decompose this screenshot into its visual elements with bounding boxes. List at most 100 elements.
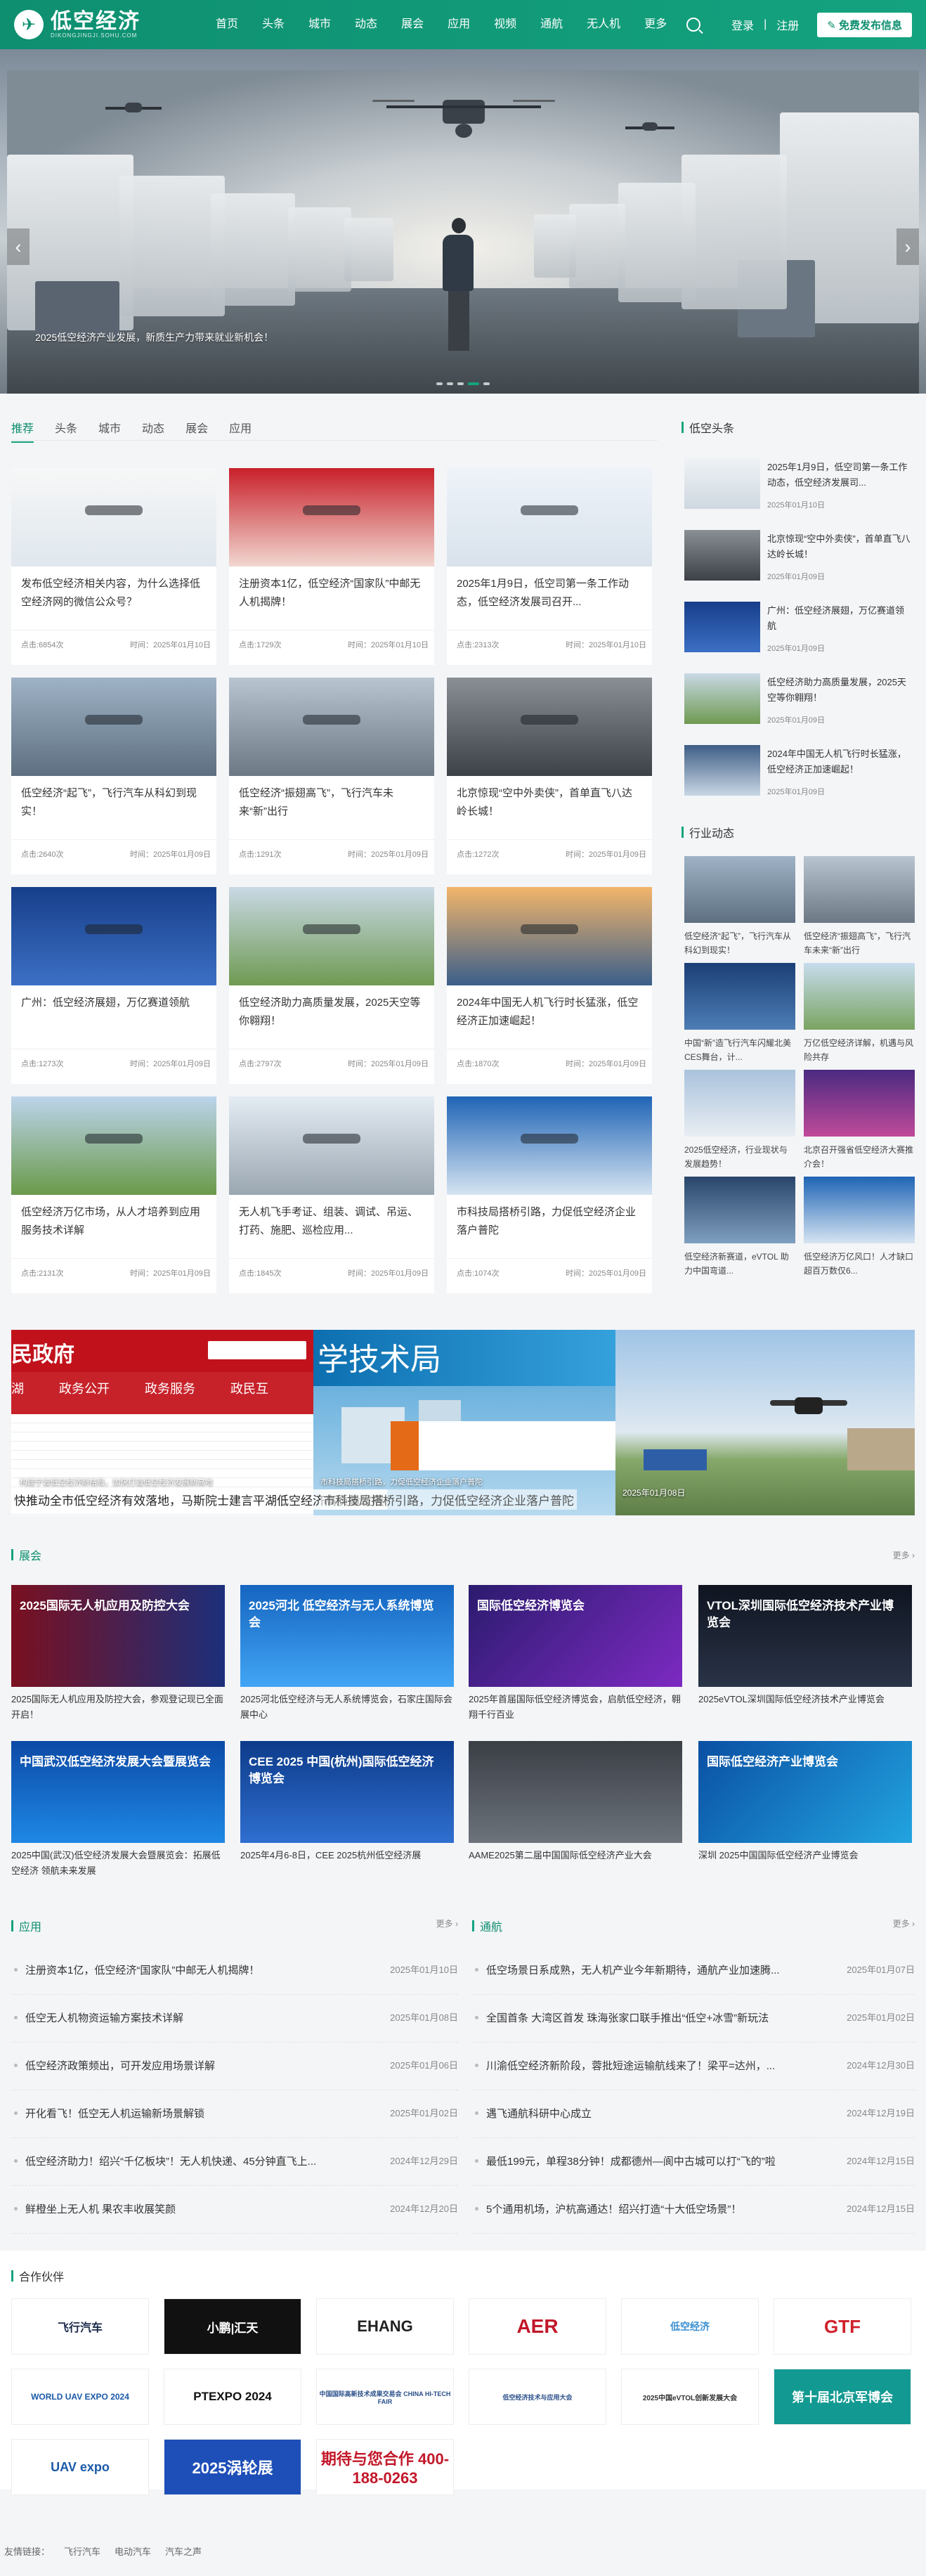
expo-title-text[interactable]: 2025年4月6-8日，CEE 2025杭州低空经济展 [240,1848,454,1879]
list-item-title[interactable]: 低空无人机物资运输方案技术详解 [25,2010,363,2025]
tab-city[interactable]: 城市 [98,419,121,443]
headline-item[interactable]: 2025年1月9日，低空司第一条工作动态，低空经济发展司... 2025年01月… [682,458,915,522]
nav-item-more[interactable]: 更多 [632,0,679,49]
tab-apps[interactable]: 应用 [229,419,252,443]
partner-logo[interactable]: 第十届北京军博会 [774,2369,911,2425]
industry-news-card[interactable]: 万亿低空经济详解，机遇与风险共存 [804,963,915,1065]
headline-thumbnail[interactable] [684,673,760,724]
industry-news-card[interactable]: 中国“新”造飞行汽车闪耀北美CES舞台，计... [684,963,795,1065]
headline-title[interactable]: 低空经济助力高质量发展，2025天空等你翱翔！ [767,675,911,706]
aviation-more-link[interactable]: 更多 › [893,1917,915,1934]
article-title[interactable]: 低空经济“起飞”，飞行汽车从科幻到现实！ [21,784,207,821]
industry-news-card[interactable]: 低空经济万亿风口！人才缺口超百万数仅6... [804,1177,915,1279]
article-card[interactable]: 低空经济助力高质量发展，2025天空等你翱翔！ 点击:2797次 时间：2025… [229,887,434,1084]
industry-news-thumbnail[interactable] [804,963,915,1030]
headline-title[interactable]: 2024年中国无人机飞行时长猛涨，低空经济正加速崛起！ [767,746,911,777]
strip-panel-government[interactable]: 民政府 湖政务公开 政务服务 政民互 [11,1330,313,1515]
tab-headlines[interactable]: 头条 [55,419,77,443]
apps-list-item[interactable]: 开化看飞！低空无人机运输新场景解锁 2025年01月02日 [11,2090,458,2138]
industry-news-thumbnail[interactable] [804,856,915,923]
expo-poster[interactable]: 国际低空经济产业博览会 [698,1741,912,1843]
industry-news-thumbnail[interactable] [684,963,795,1030]
industry-news-thumbnail[interactable] [684,1070,795,1137]
partner-logo[interactable]: 期待与您合作 400-188-0263 [316,2439,454,2495]
article-thumbnail[interactable] [447,678,652,776]
apps-list-item[interactable]: 注册资本1亿，低空经济“国家队”中邮无人机揭牌！ 2025年01月10日 [11,1947,458,1995]
industry-news-title[interactable]: 低空经济“起飞”，飞行汽车从科幻到现实！ [684,929,795,957]
article-thumbnail[interactable] [447,887,652,985]
list-item-title[interactable]: 开化看飞！低空无人机运输新场景解锁 [25,2106,363,2121]
aviation-list-item[interactable]: 最低199元，单程38分钟！成都德州—阆中古城可以打“飞的”啦 2024年12月… [472,2138,915,2186]
industry-news-card[interactable]: 2025低空经济，行业现状与发展趋势！ [684,1070,795,1172]
expo-title-text[interactable]: 2025中国(武汉)低空经济发展大会暨展览会：拓展低空经济 领航未来发展 [11,1848,225,1879]
list-item-title[interactable]: 鲜橙坐上无人机 果农丰收展笑颜 [25,2201,363,2216]
partner-logo[interactable]: WORLD UAV EXPO 2024 [11,2369,149,2425]
featured-strip[interactable]: 民政府 湖政务公开 政务服务 政民互 学技术局 2025年01月08日 构建宁波低空… [11,1330,915,1515]
hero-prev-button[interactable]: ‹ [7,228,30,265]
nav-item-drone[interactable]: 无人机 [575,0,632,49]
headline-item[interactable]: 广州：低空经济展翅，万亿赛道领航 2025年01月09日 [682,602,915,665]
apps-list-item[interactable]: 低空经济助力！绍兴“千亿板块”！无人机快递、45分钟直飞上... 2024年12… [11,2138,458,2186]
article-title[interactable]: 注册资本1亿，低空经济“国家队”中邮无人机揭牌！ [239,575,424,611]
article-title[interactable]: 2025年1月9日，低空司第一条工作动态，低空经济发展司召开... [457,575,642,611]
article-card[interactable]: 北京惊现“空中外卖侠”，首单直飞八达岭长城！ 点击:1272次 时间：2025年… [447,678,652,874]
article-card[interactable]: 2024年中国无人机飞行时长猛涨，低空经济正加速崛起！ 点击:1870次 时间：… [447,887,652,1084]
article-card[interactable]: 2025年1月9日，低空司第一条工作动态，低空经济发展司召开... 点击:231… [447,468,652,665]
expo-more-link[interactable]: 更多 › [893,1549,915,1561]
article-title[interactable]: 北京惊现“空中外卖侠”，首单直飞八达岭长城！ [457,784,642,821]
expo-title-text[interactable]: 深圳 2025中国国际低空经济产业博览会 [698,1848,912,1879]
list-item-title[interactable]: 最低199元，单程38分钟！成都德州—阆中古城可以打“飞的”啦 [486,2154,823,2168]
publish-button[interactable]: ✎ 免费发布信息 [817,12,912,37]
expo-card[interactable]: VTOL深圳国际低空经济技术产业博览会 2025eVTOL深圳国际低空经济技术产… [698,1585,912,1726]
list-item-title[interactable]: 低空场景日系成熟，无人机产业今年新期待，通航产业加速腾... [486,1962,823,1977]
partner-logo[interactable]: 中国国际高新技术成果交易会 CHINA HI-TECH FAIR [316,2369,454,2425]
expo-title-text[interactable]: 2025国际无人机应用及防控大会，参观登记现已全面开启！ [11,1692,225,1723]
list-item-title[interactable]: 遇飞通航科研中心成立 [486,2106,823,2121]
industry-news-title[interactable]: 2025低空经济，行业现状与发展趋势！ [684,1143,795,1171]
apps-list-item[interactable]: 鲜橙坐上无人机 果农丰收展笑颜 2024年12月20日 [11,2186,458,2234]
hero-next-button[interactable]: › [896,228,919,265]
apps-more-link[interactable]: 更多 › [436,1917,458,1934]
industry-news-card[interactable]: 低空经济“起飞”，飞行汽车从科幻到现实！ [684,856,795,958]
industry-news-thumbnail[interactable] [804,1070,915,1137]
expo-poster[interactable] [469,1741,682,1843]
footer-link-ev[interactable]: 电动汽车 [115,2544,151,2558]
article-card[interactable]: 发布低空经济相关内容，为什么选择低空经济网的微信公众号？ 点击:6854次 时间… [11,468,216,665]
list-item-title[interactable]: 注册资本1亿，低空经济“国家队”中邮无人机揭牌！ [25,1962,363,1977]
nav-item-headlines[interactable]: 头条 [250,0,296,49]
partner-logo[interactable]: PTEXPO 2024 [164,2369,301,2425]
partner-logo[interactable]: UAV expo [11,2439,149,2495]
expo-poster[interactable]: CEE 2025 中国(杭州)国际低空经济博览会 [240,1741,454,1843]
nav-item-news[interactable]: 动态 [343,0,389,49]
expo-poster[interactable]: 国际低空经济博览会 [469,1585,682,1687]
partner-logo[interactable]: AER [469,2298,606,2355]
partner-logo[interactable]: 2025中国eVTOL创新发展大会 [621,2369,759,2425]
article-card[interactable]: 无人机飞手考证、组装、调试、吊运、打药、施肥、巡检应用... 点击:1845次 … [229,1096,434,1293]
partner-logo[interactable]: 低空经济 [621,2298,759,2355]
expo-card[interactable]: 国际低空经济产业博览会 深圳 2025中国国际低空经济产业博览会 [698,1741,912,1882]
article-title[interactable]: 广州：低空经济展翅，万亿赛道领航 [21,994,207,1030]
footer-link-car-voice[interactable]: 汽车之声 [165,2544,202,2558]
industry-news-thumbnail[interactable] [804,1177,915,1243]
article-thumbnail[interactable] [447,1096,652,1195]
article-card[interactable]: 低空经济“振翅高飞”，飞行汽车未来“新”出行 点击:1291次 时间：2025年… [229,678,434,874]
expo-card[interactable]: AAME2025第二届中国国际低空经济产业大会 [469,1741,682,1882]
partner-logo[interactable]: 2025涡轮展 [164,2439,301,2495]
list-item-title[interactable]: 川渝低空经济新阶段，蓉批短途运输航线来了！梁平=达州，... [486,2058,823,2073]
expo-title-text[interactable]: AAME2025第二届中国国际低空经济产业大会 [469,1848,682,1879]
article-thumbnail[interactable] [11,1096,216,1195]
nav-item-home[interactable]: 首页 [204,0,250,49]
article-card[interactable]: 注册资本1亿，低空经济“国家队”中邮无人机揭牌！ 点击:1729次 时间：202… [229,468,434,665]
headline-item[interactable]: 低空经济助力高质量发展，2025天空等你翱翔！ 2025年01月09日 [682,673,915,737]
article-thumbnail[interactable] [11,678,216,776]
hero-caption[interactable]: 2025低空经济产业发展，新质生产力带来就业新机会！ [35,330,273,344]
industry-news-title[interactable]: 北京召开强省低空经济大赛推介会！ [804,1143,915,1171]
industry-news-title[interactable]: 低空经济新赛道，eVTOL 助力中国弯道... [684,1250,795,1278]
list-item-title[interactable]: 低空经济政策频出，可开发应用场景详解 [25,2058,363,2073]
nav-item-video[interactable]: 视频 [482,0,528,49]
search-icon[interactable] [686,18,701,32]
headline-title[interactable]: 2025年1月9日，低空司第一条工作动态，低空经济发展司... [767,460,911,491]
headline-title[interactable]: 广州：低空经济展翅，万亿赛道领航 [767,603,911,634]
industry-news-card[interactable]: 北京召开强省低空经济大赛推介会！ [804,1070,915,1172]
article-thumbnail[interactable] [229,468,434,567]
